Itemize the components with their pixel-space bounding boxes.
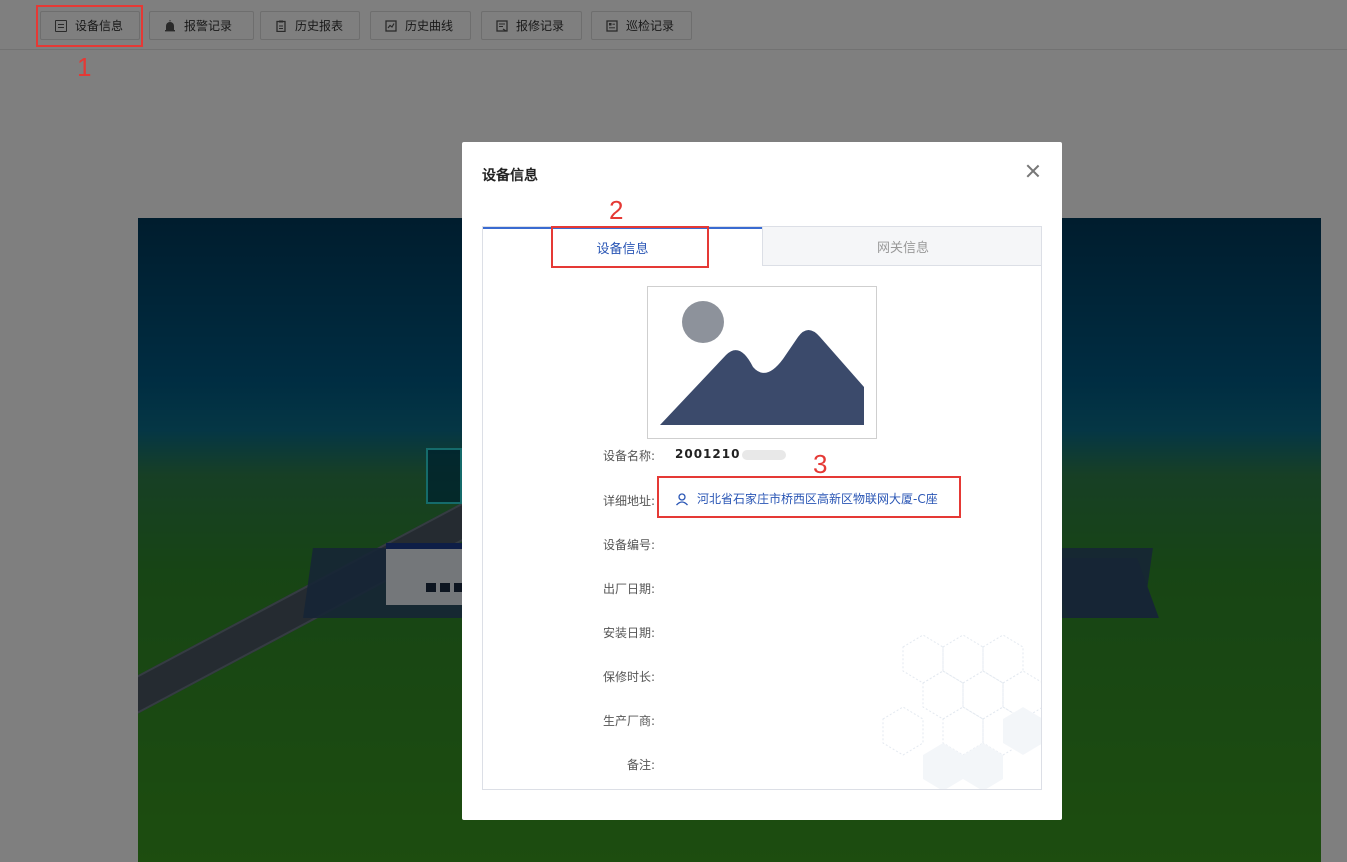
annotation-box-3 <box>657 476 961 518</box>
factory-date-label: 出厂日期: <box>602 582 655 596</box>
annotation-number-3: 3 <box>813 449 828 479</box>
manufacturer-label: 生产厂商: <box>602 714 655 728</box>
tab-gateway-info-label: 网关信息 <box>876 240 929 256</box>
remarks-label: 备注: <box>626 758 655 772</box>
install-date-label: 安装日期: <box>602 626 655 640</box>
tab-gateway-info[interactable]: 网关信息 <box>762 227 1041 266</box>
image-placeholder-icon <box>660 301 864 425</box>
annotation-box-1 <box>36 5 143 47</box>
dialog-title: 设备信息 <box>482 168 538 184</box>
annotation-number-1: 1 <box>77 52 92 82</box>
annotation-number-2: 2 <box>609 195 624 225</box>
warranty-label: 保修时长: <box>602 670 655 684</box>
device-number-label: 设备编号: <box>602 538 655 552</box>
device-name-value: 2001210 <box>675 447 787 461</box>
address-label: 详细地址: <box>602 494 655 508</box>
device-name-label: 设备名称: <box>602 449 655 463</box>
device-image <box>647 286 877 439</box>
annotation-box-2 <box>551 226 709 268</box>
close-icon[interactable] <box>1024 162 1042 180</box>
redacted-blur <box>742 449 787 460</box>
hexagon-decoration <box>882 634 1041 789</box>
